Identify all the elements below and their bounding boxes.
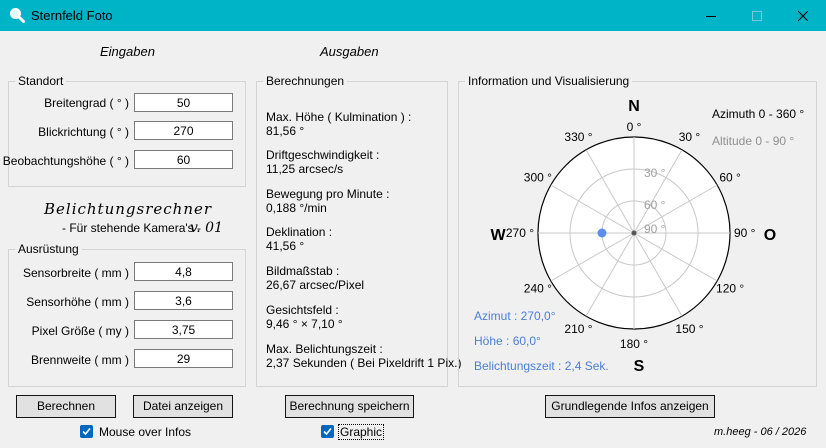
result-item: Gesichtsfeld :9,46 ° × 7,10 ° xyxy=(266,303,343,331)
app-version: v. 01 xyxy=(190,220,223,236)
compass-label: 150 ° xyxy=(675,322,703,336)
maximize-icon xyxy=(752,10,762,21)
cardinal-o: O xyxy=(764,227,776,244)
beobachtungshoehe-input[interactable]: 60 xyxy=(134,150,233,169)
result-value: 81,56 ° xyxy=(266,124,305,138)
graphic-label[interactable]: Graphic xyxy=(338,424,385,440)
result-label: Bewegung pro Minute : xyxy=(266,187,390,201)
checkmark-icon xyxy=(323,427,332,436)
sensorhoehe-input[interactable]: 3,6 xyxy=(134,291,233,310)
mouse-over-checkbox[interactable] xyxy=(80,425,93,438)
pixelgroesse-label: Pixel Größe ( my ) xyxy=(31,324,129,338)
close-button[interactable] xyxy=(780,0,826,31)
sensorbreite-input[interactable]: 4,8 xyxy=(134,262,233,281)
standort-legend: Standort xyxy=(15,74,67,88)
compass-label: 330 ° xyxy=(564,130,592,144)
result-value: 26,67 arcsec/Pixel xyxy=(266,278,365,292)
compass-label: 180 ° xyxy=(620,337,648,351)
minimize-button[interactable] xyxy=(688,0,734,31)
berechnungen-legend: Berechnungen xyxy=(263,74,348,88)
compass-label: 300 ° xyxy=(524,171,552,185)
breitengrad-input[interactable]: 50 xyxy=(134,93,233,112)
result-item: Driftgeschwindigkeit :11,25 arcsec/s xyxy=(266,148,379,176)
result-value: 2,37 Sekunden ( Bei Pixeldrift 1 Pix.) xyxy=(266,356,462,370)
cardinal-n: N xyxy=(628,98,640,115)
target-marker xyxy=(597,228,607,238)
graphic-checkbox[interactable] xyxy=(321,425,334,438)
exposure-readout: Belichtungszeit : 2,4 Sek. xyxy=(474,359,609,373)
blickrichtung-label: Blickrichtung ( ° ) xyxy=(38,125,129,139)
compass-label: 60 ° xyxy=(719,171,741,185)
result-item: Bewegung pro Minute :0,188 °/min xyxy=(266,187,389,215)
berechnen-button[interactable]: Berechnen xyxy=(16,395,116,418)
result-value: 41,56 ° xyxy=(266,239,305,253)
compass-label: 0 ° xyxy=(627,120,642,134)
mouse-over-label[interactable]: Mouse over Infos xyxy=(99,425,191,439)
breitengrad-label: Breitengrad ( ° ) xyxy=(44,96,129,110)
hoehe-readout: Höhe : 60,0° xyxy=(474,334,541,348)
datei-anzeigen-button[interactable]: Datei anzeigen xyxy=(133,395,233,418)
sensorbreite-label: Sensorbreite ( mm ) xyxy=(22,266,129,280)
outputs-header: Ausgaben xyxy=(320,44,379,59)
cardinal-s: S xyxy=(634,358,645,375)
berechnung-speichern-button[interactable]: Berechnung speichern xyxy=(285,395,414,418)
app-brand-subtitle: - Für stehende Kamera's - xyxy=(62,221,202,235)
compass-label: 240 ° xyxy=(524,282,552,296)
sensorhoehe-label: Sensorhöhe ( mm ) xyxy=(26,295,129,309)
compass-label: 120 ° xyxy=(716,282,744,296)
compass-label: 210 ° xyxy=(564,322,592,336)
result-item: Max. Höhe ( Kulmination ) :81,56 ° xyxy=(266,110,411,138)
close-icon xyxy=(798,10,808,21)
result-label: Bildmaßstab : xyxy=(266,264,340,278)
compass-label: 30 ° xyxy=(679,130,701,144)
compass-label: 90 ° xyxy=(734,226,756,240)
brennweite-input[interactable]: 29 xyxy=(134,349,233,368)
author-footer: m.heeg - 06 / 2026 xyxy=(714,426,807,438)
app-brand-title: Belichtungsrechner xyxy=(44,200,213,218)
pixelgroesse-input[interactable]: 3,75 xyxy=(134,320,233,339)
result-item: Max. Belichtungszeit :2,37 Sekunden ( Be… xyxy=(266,342,461,370)
result-value: 0,188 °/min xyxy=(266,201,327,215)
result-label: Max. Belichtungszeit : xyxy=(266,342,383,356)
beobachtungshoehe-label: Beobachtungshöhe ( ° ) xyxy=(2,154,129,168)
result-value: 9,46 ° × 7,10 ° xyxy=(266,317,343,331)
result-label: Gesichtsfeld : xyxy=(266,303,339,317)
ausruestung-legend: Ausrüstung xyxy=(15,242,82,256)
brennweite-label: Brennweite ( mm ) xyxy=(30,353,129,367)
magnifier-icon xyxy=(10,8,25,23)
checkmark-icon xyxy=(82,427,91,436)
altitude-label: 90 ° xyxy=(644,222,666,236)
result-label: Max. Höhe ( Kulmination ) : xyxy=(266,110,412,124)
blickrichtung-input[interactable]: 270 xyxy=(134,121,233,140)
inputs-header: Eingaben xyxy=(100,44,155,59)
maximize-button[interactable] xyxy=(734,0,780,31)
result-item: Bildmaßstab :26,67 arcsec/Pixel xyxy=(266,264,364,292)
result-label: Driftgeschwindigkeit : xyxy=(266,148,380,162)
title-bar[interactable]: Sternfeld Foto xyxy=(0,0,826,31)
compass-label: 270 ° xyxy=(506,226,534,240)
result-label: Deklination : xyxy=(266,225,333,239)
grundlegende-infos-button[interactable]: Grundlegende Infos anzeigen xyxy=(545,395,715,418)
altitude-label: 60 ° xyxy=(644,198,666,212)
result-item: Deklination :41,56 ° xyxy=(266,225,332,253)
result-value: 11,25 arcsec/s xyxy=(266,162,344,176)
minimize-icon xyxy=(706,15,716,17)
window-title: Sternfeld Foto xyxy=(31,8,113,23)
zenith-dot xyxy=(631,230,637,236)
azimut-readout: Azimut : 270,0° xyxy=(474,309,556,323)
altitude-label: 30 ° xyxy=(644,166,666,180)
cardinal-w: W xyxy=(490,227,506,244)
